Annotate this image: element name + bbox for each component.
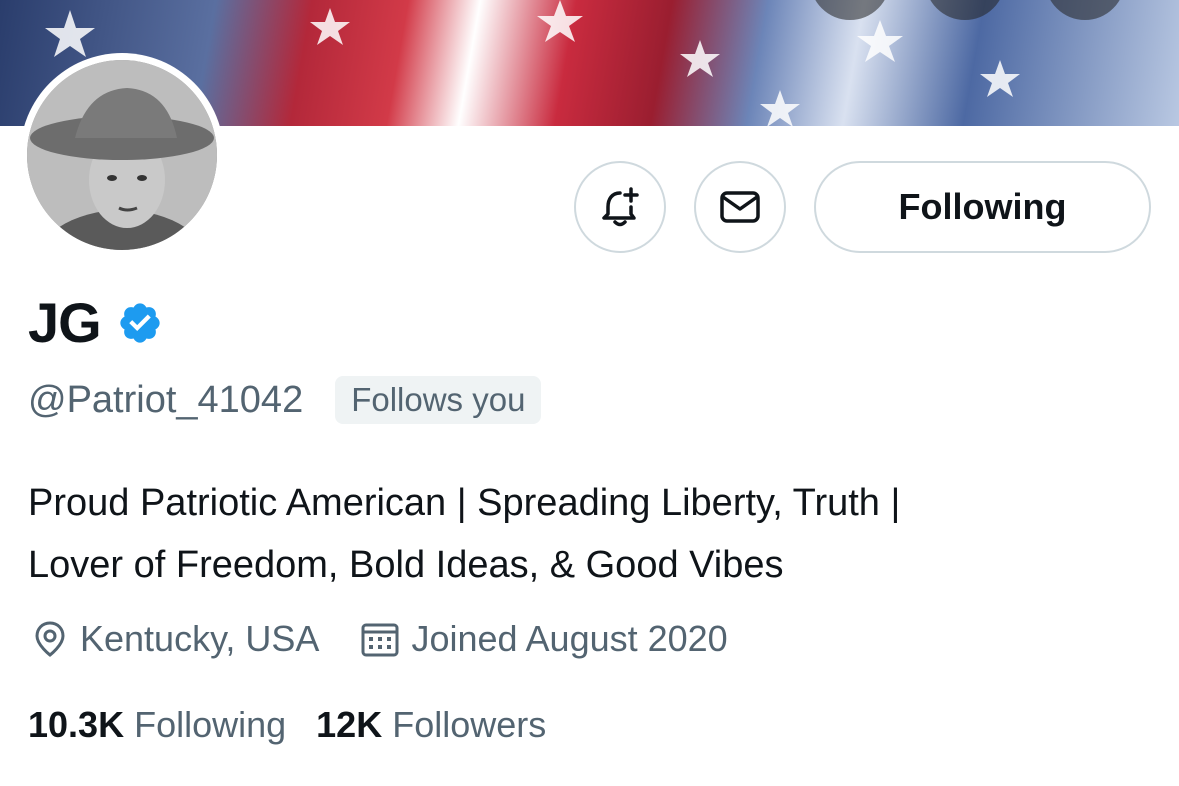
- followers-stat-link[interactable]: 12K Followers: [316, 704, 546, 746]
- follow-stats: 10.3K Following 12K Followers: [28, 704, 546, 746]
- location-pin-icon: [35, 621, 65, 657]
- joined-item: Joined August 2020: [359, 618, 728, 660]
- profile-avatar[interactable]: [20, 53, 224, 257]
- follows-you-badge: Follows you: [335, 376, 542, 424]
- name-row: JG: [28, 290, 163, 355]
- envelope-icon: [720, 191, 760, 223]
- verified-badge-icon[interactable]: [117, 300, 163, 346]
- profile-meta: Kentucky, USA Joined August 2020: [30, 618, 728, 660]
- bio-line: Lover of Freedom, Bold Ideas, & Good Vib…: [28, 544, 784, 586]
- joined-text: Joined August 2020: [411, 618, 728, 659]
- location-text: Kentucky, USA: [80, 618, 320, 659]
- message-button[interactable]: [694, 161, 786, 253]
- avatar-photo: [27, 60, 217, 250]
- following-count: 10.3K: [28, 704, 125, 745]
- following-label: Following: [134, 704, 287, 745]
- bio-line: Proud Patriotic American | Spreading Lib…: [28, 482, 901, 524]
- followers-count: 12K: [316, 704, 383, 745]
- profile-bio: Proud Patriotic American | Spreading Lib…: [28, 472, 1148, 596]
- bell-plus-icon: [602, 187, 639, 227]
- following-button[interactable]: Following: [814, 161, 1151, 253]
- followers-label: Followers: [392, 704, 547, 745]
- location-item: Kentucky, USA: [30, 618, 319, 660]
- user-handle: @Patriot_41042: [28, 378, 304, 421]
- following-stat-link[interactable]: 10.3K Following: [28, 704, 286, 746]
- calendar-icon: [361, 623, 399, 657]
- handle-row: @Patriot_41042 Follows you: [28, 376, 542, 424]
- display-name: JG: [28, 291, 102, 354]
- notifications-button[interactable]: [574, 161, 666, 253]
